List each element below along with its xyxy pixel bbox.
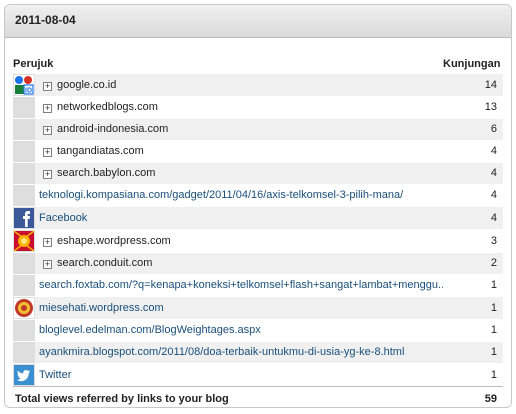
total-count: 59 bbox=[443, 385, 503, 407]
favicon-cell bbox=[13, 139, 35, 162]
referrer-link[interactable]: teknologi.kompasiana.com/gadget/2011/04/… bbox=[39, 189, 403, 201]
total-row: Total views referred by links to your bl… bbox=[13, 385, 503, 407]
table-row: ID + google.co.id 14 bbox=[13, 72, 503, 96]
expand-icon[interactable]: + bbox=[43, 170, 52, 179]
view-count: 6 bbox=[443, 117, 503, 140]
favicon-cell bbox=[13, 183, 35, 206]
expand-icon[interactable]: + bbox=[43, 237, 52, 247]
referrer-column-header: Perujuk bbox=[13, 57, 54, 70]
date-header: 2011-08-04 bbox=[5, 5, 511, 38]
referrer-cell: teknologi.kompasiana.com/gadget/2011/04/… bbox=[35, 183, 443, 206]
referrer-cell: + tangandiatas.com bbox=[35, 139, 443, 162]
expand-icon[interactable]: + bbox=[43, 81, 52, 91]
table-row: Twitter 1 bbox=[13, 362, 503, 386]
favicon-cell bbox=[13, 362, 35, 386]
referrer-link[interactable]: Twitter bbox=[39, 369, 71, 381]
expand-icon[interactable]: + bbox=[43, 126, 52, 135]
referrer-cell: + networkedblogs.com bbox=[35, 95, 443, 118]
favicon-cell bbox=[13, 340, 35, 363]
view-count: 4 bbox=[443, 183, 503, 206]
referrer-cell: bloglevel.edelman.com/BlogWeightages.asp… bbox=[35, 318, 443, 341]
expand-icon[interactable]: + bbox=[43, 148, 52, 157]
referrers-panel: 2011-08-04 Perujuk Kunjungan ID + google.c… bbox=[4, 4, 512, 408]
referrer-label: networkedblogs.com bbox=[57, 101, 158, 113]
referrer-label: tangandiatas.com bbox=[57, 145, 144, 157]
referrer-label: android-indonesia.com bbox=[57, 123, 169, 135]
favicon-cell bbox=[13, 295, 35, 319]
referrer-cell: search.foxtab.com/?q=kenapa+koneksi+telk… bbox=[35, 273, 443, 296]
table-row: + networkedblogs.com 13 bbox=[13, 95, 503, 118]
view-count: 4 bbox=[443, 161, 503, 184]
view-count: 2 bbox=[443, 251, 503, 274]
referrer-label: search.conduit.com bbox=[57, 257, 153, 269]
view-count: 3 bbox=[443, 228, 503, 252]
referrer-cell: + android-indonesia.com bbox=[35, 117, 443, 140]
table-row: + tangandiatas.com 4 bbox=[13, 139, 503, 162]
table-row: + android-indonesia.com 6 bbox=[13, 117, 503, 140]
view-count: 1 bbox=[443, 318, 503, 341]
twitter-icon bbox=[14, 364, 35, 385]
view-count: 1 bbox=[443, 362, 503, 386]
referrer-cell: miesehati.wordpress.com bbox=[35, 295, 443, 319]
views-column-header: Kunjungan bbox=[443, 57, 501, 70]
referrer-cell: + google.co.id bbox=[35, 72, 443, 96]
google-id-icon: ID bbox=[14, 74, 35, 95]
favicon-cell: ID bbox=[13, 72, 35, 96]
table-row: miesehati.wordpress.com 1 bbox=[13, 295, 503, 319]
favicon-cell bbox=[13, 318, 35, 341]
referrer-label: eshape.wordpress.com bbox=[57, 234, 171, 247]
referrer-cell: Facebook bbox=[35, 205, 443, 229]
table-row: + search.babylon.com 4 bbox=[13, 161, 503, 184]
table-row: Facebook 4 bbox=[13, 205, 503, 229]
svg-text:ID: ID bbox=[25, 87, 32, 94]
table-row: + eshape.wordpress.com 3 bbox=[13, 228, 503, 252]
favicon-cell bbox=[13, 228, 35, 252]
table-row: teknologi.kompasiana.com/gadget/2011/04/… bbox=[13, 183, 503, 206]
referrer-link[interactable]: ayankmira.blogspot.com/2011/08/doa-terba… bbox=[39, 346, 404, 358]
referrer-cell: Twitter bbox=[35, 362, 443, 386]
referrer-cell: ayankmira.blogspot.com/2011/08/doa-terba… bbox=[35, 340, 443, 363]
view-count: 1 bbox=[443, 295, 503, 319]
view-count: 4 bbox=[443, 139, 503, 162]
table-row: ayankmira.blogspot.com/2011/08/doa-terba… bbox=[13, 340, 503, 363]
favicon-cell bbox=[13, 205, 35, 229]
favicon-cell bbox=[13, 95, 35, 118]
favicon-cell bbox=[13, 117, 35, 140]
table-row: search.foxtab.com/?q=kenapa+koneksi+telk… bbox=[13, 273, 503, 296]
view-count: 13 bbox=[443, 95, 503, 118]
facebook-icon bbox=[14, 207, 35, 228]
favicon-cell bbox=[13, 161, 35, 184]
referrer-cell: + search.conduit.com bbox=[35, 251, 443, 274]
miesehati-icon bbox=[14, 297, 35, 318]
referrer-link[interactable]: bloglevel.edelman.com/BlogWeightages.asp… bbox=[39, 324, 261, 336]
view-count: 4 bbox=[443, 205, 503, 229]
favicon-cell bbox=[13, 273, 35, 296]
favicon-cell bbox=[13, 251, 35, 274]
view-count: 1 bbox=[443, 340, 503, 363]
referrer-link[interactable]: miesehati.wordpress.com bbox=[39, 302, 164, 314]
referrer-cell: + eshape.wordpress.com bbox=[35, 228, 443, 252]
table-row: + search.conduit.com 2 bbox=[13, 251, 503, 274]
view-count: 1 bbox=[443, 273, 503, 296]
referrer-link[interactable]: search.foxtab.com/?q=kenapa+koneksi+telk… bbox=[39, 279, 443, 291]
referrers-table: Perujuk Kunjungan ID + google.co.id 14 + netw… bbox=[13, 55, 503, 407]
referrer-link[interactable]: Facebook bbox=[39, 212, 87, 224]
table-row: bloglevel.edelman.com/BlogWeightages.asp… bbox=[13, 318, 503, 341]
referrer-cell: + search.babylon.com bbox=[35, 161, 443, 184]
expand-icon[interactable]: + bbox=[43, 104, 52, 113]
total-label: Total views referred by links to your bl… bbox=[13, 385, 443, 407]
referrer-label: search.babylon.com bbox=[57, 167, 156, 179]
view-count: 14 bbox=[443, 72, 503, 96]
expand-icon[interactable]: + bbox=[43, 260, 52, 269]
referrer-label: google.co.id bbox=[57, 78, 117, 91]
table-header-row: Perujuk Kunjungan bbox=[13, 55, 503, 73]
referrers-table-wrap: Perujuk Kunjungan ID + google.co.id 14 + netw… bbox=[5, 38, 511, 407]
eshape-icon bbox=[14, 230, 35, 251]
